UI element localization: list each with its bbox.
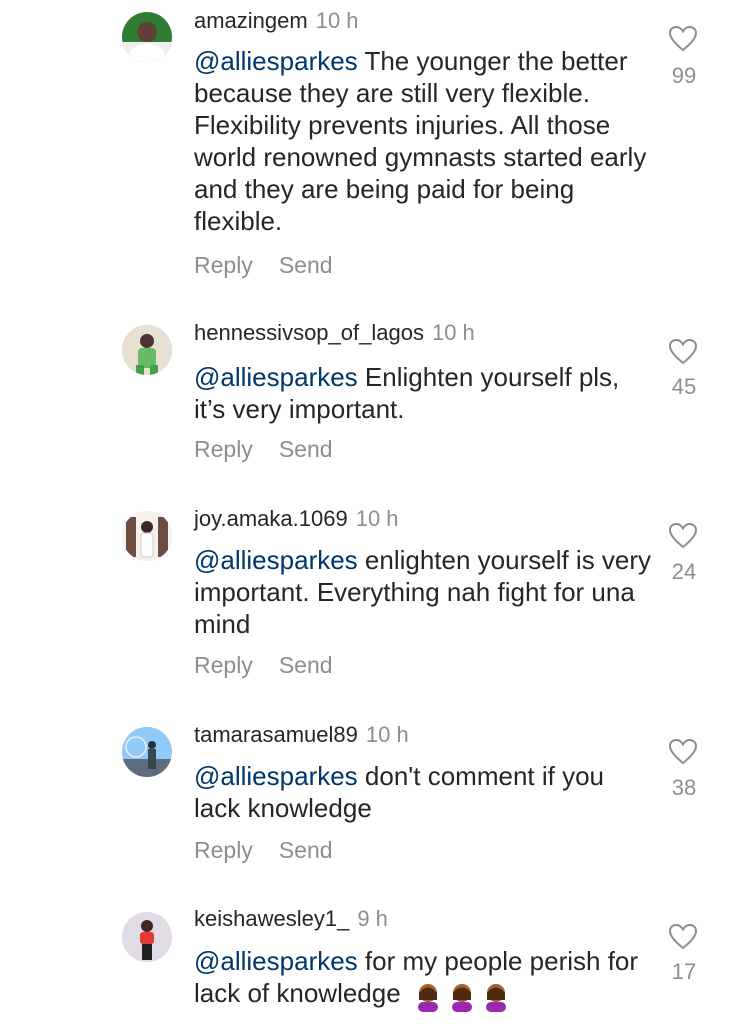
comment-meta: keishawesley1_ 9 h — [194, 906, 388, 932]
reply-button[interactable]: Reply — [194, 837, 253, 864]
mention-link[interactable]: @alliesparkes — [194, 545, 358, 575]
avatar[interactable] — [122, 325, 172, 375]
username[interactable]: keishawesley1_ — [194, 906, 349, 931]
like-count: 38 — [671, 775, 697, 800]
send-button[interactable]: Send — [279, 252, 333, 279]
reply-button[interactable]: Reply — [194, 652, 253, 679]
comment-meta: amazingem 10 h — [194, 8, 359, 34]
timestamp: 9 h — [357, 906, 388, 931]
mention-link[interactable]: @alliesparkes — [194, 946, 358, 976]
person-facepalming-emoji-icon — [482, 982, 510, 1012]
mention-link[interactable]: @alliesparkes — [194, 46, 358, 76]
heart-icon[interactable] — [668, 522, 698, 550]
username[interactable]: tamarasamuel89 — [194, 722, 358, 747]
timestamp: 10 h — [315, 8, 359, 33]
comment-meta: hennessivsop_of_lagos 10 h — [194, 320, 475, 346]
comment-text: @alliesparkes enlighten yourself is very… — [194, 544, 654, 640]
comment-actions: Reply Send — [194, 252, 333, 279]
reply-button[interactable]: Reply — [194, 436, 253, 463]
heart-icon[interactable] — [668, 338, 698, 366]
person-facepalming-emoji-icon — [414, 982, 442, 1012]
like-count: 45 — [671, 374, 697, 399]
avatar-person-ferris-wheel-icon — [122, 727, 172, 777]
comment-text: @alliesparkes The younger the better bec… — [194, 45, 654, 237]
avatar-person-red-top-icon — [122, 912, 172, 962]
username[interactable]: hennessivsop_of_lagos — [194, 320, 424, 345]
comment-actions: Reply Send — [194, 436, 333, 463]
emoji-group — [414, 979, 516, 1012]
timestamp: 10 h — [355, 506, 399, 531]
avatar[interactable] — [122, 12, 172, 62]
avatar-person-white-shirt-icon — [122, 12, 172, 62]
heart-icon[interactable] — [668, 923, 698, 951]
username[interactable]: amazingem — [194, 8, 308, 33]
reply-button[interactable]: Reply — [194, 252, 253, 279]
avatar[interactable] — [122, 511, 172, 561]
avatar-person-doorway-icon — [122, 511, 172, 561]
heart-icon[interactable] — [668, 25, 698, 53]
like-count: 17 — [671, 959, 697, 984]
like-count: 24 — [671, 559, 697, 584]
comment-meta: tamarasamuel89 10 h — [194, 722, 409, 748]
comment-text: @alliesparkes for my people perish for l… — [194, 945, 654, 1012]
like-count: 99 — [671, 63, 697, 88]
send-button[interactable]: Send — [279, 652, 333, 679]
comment-text: @alliesparkes Enlighten yourself pls, it… — [194, 361, 654, 425]
avatar-person-green-outfit-icon — [122, 325, 172, 375]
comment-actions: Reply Send — [194, 652, 333, 679]
mention-link[interactable]: @alliesparkes — [194, 761, 358, 791]
timestamp: 10 h — [365, 722, 409, 747]
send-button[interactable]: Send — [279, 436, 333, 463]
comment-text: @alliesparkes don't comment if you lack … — [194, 760, 654, 824]
mention-link[interactable]: @alliesparkes — [194, 362, 358, 392]
avatar[interactable] — [122, 727, 172, 777]
heart-icon[interactable] — [668, 738, 698, 766]
username[interactable]: joy.amaka.1069 — [194, 506, 348, 531]
avatar[interactable] — [122, 912, 172, 962]
person-facepalming-emoji-icon — [448, 982, 476, 1012]
comment-actions: Reply Send — [194, 837, 333, 864]
timestamp: 10 h — [431, 320, 475, 345]
send-button[interactable]: Send — [279, 837, 333, 864]
comment-meta: joy.amaka.1069 10 h — [194, 506, 399, 532]
